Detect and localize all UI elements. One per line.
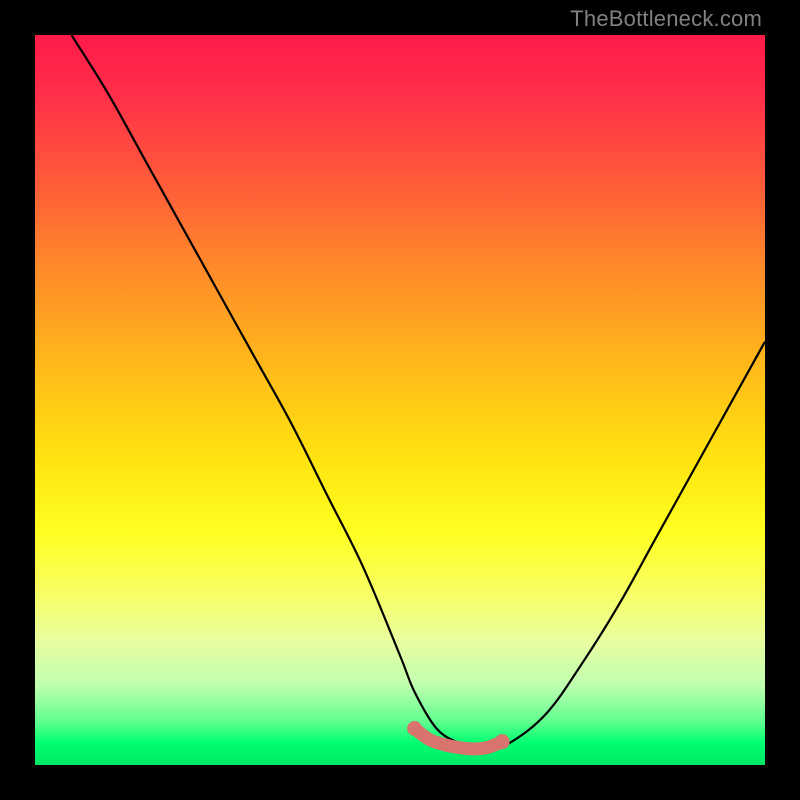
optimal-end-dot [495,734,510,749]
bottleneck-curve-line [72,35,766,751]
optimal-end-dot [407,721,422,736]
optimal-region-line [415,729,503,749]
plot-area [35,35,765,765]
watermark-text: TheBottleneck.com [570,6,762,32]
chart-svg [35,35,765,765]
chart-container: TheBottleneck.com [0,0,800,800]
